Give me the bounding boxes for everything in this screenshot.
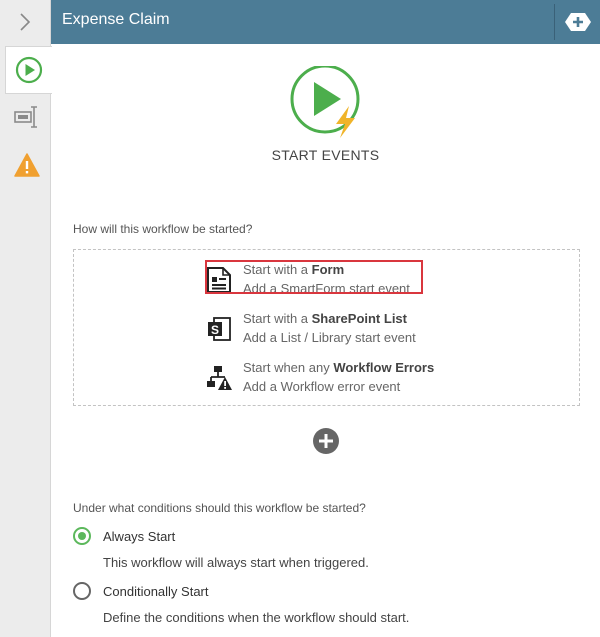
conditionally-start-label: Conditionally Start	[103, 584, 209, 599]
radio-selected-dot	[78, 532, 86, 540]
always-start-label: Always Start	[103, 529, 176, 544]
tab-fields[interactable]	[4, 94, 50, 140]
sidebar	[0, 0, 52, 637]
page-title: Expense Claim	[62, 11, 170, 28]
main-panel: START EVENTS How will this workflow be s…	[51, 44, 600, 637]
conditions-question-label: Under what conditions should this workfl…	[73, 501, 366, 515]
textfield-icon	[14, 106, 37, 128]
option-subtitle: Add a Workflow error event	[243, 379, 401, 394]
sidebar-toggle-button[interactable]	[0, 0, 50, 44]
warning-icon	[14, 153, 40, 177]
form-option-highlight	[205, 260, 423, 294]
add-step-button[interactable]	[565, 12, 591, 32]
start-events-hero-icon	[290, 66, 360, 138]
always-start-radio[interactable]	[73, 527, 91, 545]
chevron-right-icon	[20, 13, 31, 31]
tab-errors[interactable]	[4, 142, 50, 188]
workflow-error-icon	[207, 366, 232, 390]
option-subtitle: Add a List / Library start event	[243, 330, 416, 345]
play-icon	[15, 56, 43, 84]
sharepoint-icon: S	[208, 317, 231, 341]
add-event-button[interactable]	[313, 428, 339, 454]
start-events-heading: START EVENTS	[271, 147, 380, 163]
svg-text:S: S	[211, 323, 219, 337]
header-divider	[554, 4, 555, 40]
tab-start-events[interactable]	[5, 46, 52, 94]
always-start-description: This workflow will always start when tri…	[103, 555, 369, 570]
start-question-label: How will this workflow be started?	[73, 222, 253, 236]
option-title: Start with a SharePoint List	[243, 311, 407, 326]
conditionally-start-radio[interactable]	[73, 582, 91, 600]
header-bar: Expense Claim	[51, 0, 600, 44]
option-title: Start when any Workflow Errors	[243, 360, 435, 375]
conditionally-start-description: Define the conditions when the workflow …	[103, 610, 410, 625]
